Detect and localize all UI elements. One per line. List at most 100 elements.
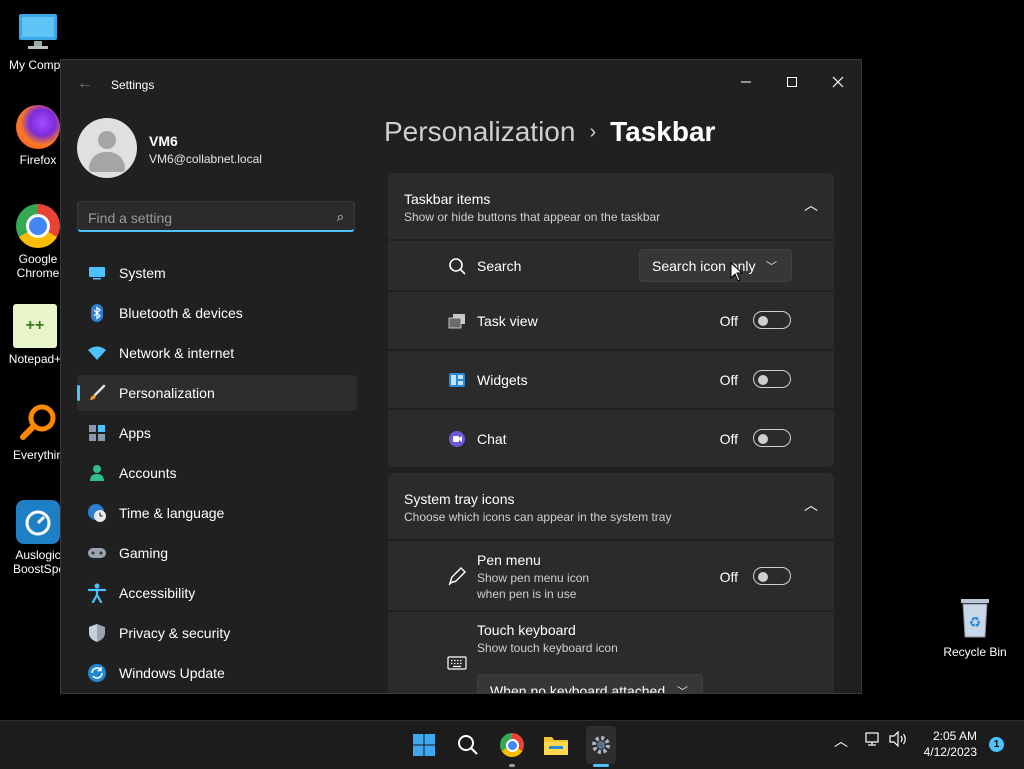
keyboard-icon (446, 652, 468, 674)
sidebar-item-gaming[interactable]: Gaming (77, 535, 357, 571)
sidebar-item-bluetooth[interactable]: Bluetooth & devices (77, 295, 357, 331)
setting-row-widgets: Widgets Off (388, 351, 834, 408)
taskbar-settings-button[interactable] (586, 730, 616, 760)
maximize-button[interactable] (769, 66, 815, 98)
sidebar-item-accounts[interactable]: Accounts (77, 455, 357, 491)
shield-icon (87, 623, 107, 643)
clock-time: 2:05 AM (932, 729, 977, 743)
taskbar-chrome-button[interactable] (497, 730, 527, 760)
active-indicator (593, 764, 609, 767)
pen-icon (446, 565, 468, 587)
toggle-state-text: Off (719, 431, 738, 447)
back-arrow-icon[interactable]: ← (77, 76, 93, 92)
setting-row-touch-keyboard: Touch keyboard Show touch keyboard icon … (388, 612, 834, 694)
pen-menu-toggle[interactable] (753, 567, 791, 585)
volume-icon[interactable] (888, 730, 908, 750)
chevron-down-icon: ﹀ (766, 261, 777, 273)
monitor-icon (16, 10, 60, 54)
folder-icon (544, 737, 568, 755)
sidebar-item-label: Time & language (119, 505, 225, 521)
touch-keyboard-dropdown[interactable]: When no keyboard attached ﹀ (477, 674, 703, 694)
settings-search-box[interactable]: ⌕ (77, 201, 355, 232)
desktop-icon-recycle-bin[interactable]: ♻ Recycle Bin (940, 597, 1010, 659)
sidebar-item-windows-update[interactable]: Windows Update (77, 655, 357, 691)
sidebar-item-label: Personalization (119, 385, 215, 401)
page-title: Taskbar (610, 116, 716, 147)
setting-label: Chat (477, 431, 507, 447)
search-icon (458, 735, 478, 755)
section-title: System tray icons (404, 491, 515, 507)
sidebar-item-system[interactable]: System (77, 255, 357, 291)
taskbar-file-explorer-button[interactable] (541, 730, 571, 760)
section-subtitle: Show or hide buttons that appear on the … (404, 210, 661, 224)
svg-text:♻: ♻ (969, 614, 982, 630)
setting-label: Widgets (477, 372, 528, 388)
widgets-toggle[interactable] (753, 370, 791, 388)
chrome-icon (16, 204, 60, 248)
section-title: Taskbar items (404, 191, 491, 207)
setting-label: Task view (477, 313, 538, 329)
setting-row-chat: Chat Off (388, 410, 834, 467)
setting-row-search: Search Search icon only ﹀ (388, 241, 834, 290)
sidebar-item-label: Gaming (119, 545, 169, 561)
globe-clock-icon (87, 503, 107, 523)
setting-description: Show pen menu icon (477, 571, 590, 585)
minimize-button[interactable] (723, 66, 769, 98)
breadcrumb: Personalization › Taskbar (384, 116, 715, 148)
chevron-up-icon: ︿ (804, 197, 818, 213)
minimize-icon (741, 81, 751, 83)
task-view-icon (446, 310, 468, 332)
close-icon (832, 76, 844, 88)
sidebar-item-privacy-security[interactable]: Privacy & security (77, 615, 357, 651)
sidebar-item-personalization[interactable]: Personalization (77, 375, 357, 411)
sidebar-nav: System Bluetooth & devices Network & int… (77, 255, 357, 693)
taskbar-clock[interactable]: 2:05 AM 4/12/2023 (924, 728, 977, 760)
setting-label: Touch keyboard (477, 622, 576, 638)
section-system-tray-icons[interactable]: System tray icons Choose which icons can… (388, 473, 834, 539)
mouse-cursor-icon (730, 261, 744, 287)
breadcrumb-parent[interactable]: Personalization (384, 116, 575, 147)
show-hidden-icons-button[interactable]: ︿ (834, 731, 848, 751)
setting-row-pen-menu: Pen menu Show pen menu icon when pen is … (388, 541, 834, 610)
start-button[interactable] (409, 730, 439, 760)
chat-icon (446, 428, 468, 450)
brush-icon (87, 383, 107, 403)
task-view-toggle[interactable] (753, 311, 791, 329)
user-name: VM6 (149, 133, 178, 149)
toggle-state-text: Off (719, 372, 738, 388)
recycle-bin-icon: ♻ (958, 597, 992, 639)
search-mode-dropdown[interactable]: Search icon only ﹀ (639, 249, 792, 282)
search-input[interactable] (86, 208, 320, 228)
windows-taskbar: ︿ 2:05 AM 4/12/2023 1 (0, 720, 1024, 769)
firefox-icon (16, 105, 60, 149)
setting-label: Pen menu (477, 552, 541, 568)
chat-toggle[interactable] (753, 429, 791, 447)
sidebar-item-label: Privacy & security (119, 625, 231, 641)
network-icon[interactable] (864, 731, 882, 750)
setting-description: Show touch keyboard icon (477, 641, 618, 655)
notepad-plus-icon: ++ (13, 304, 57, 348)
maximize-icon (787, 77, 797, 87)
taskbar-search-button[interactable] (453, 730, 483, 760)
running-indicator (509, 764, 515, 767)
sidebar-item-accessibility[interactable]: Accessibility (77, 575, 357, 611)
update-icon (87, 663, 107, 683)
search-icon (446, 255, 468, 277)
user-email: VM6@collabnet.local (149, 152, 262, 166)
wifi-icon (87, 343, 107, 363)
section-taskbar-items[interactable]: Taskbar items Show or hide buttons that … (388, 173, 834, 239)
sidebar-item-network[interactable]: Network & internet (77, 335, 357, 371)
section-subtitle: Choose which icons can appear in the sys… (404, 510, 672, 524)
person-icon (87, 463, 107, 483)
windows-logo-icon (413, 734, 435, 756)
sidebar-item-time-language[interactable]: Time & language (77, 495, 357, 531)
desktop-icon-label: Auslogic BoostSpe (13, 548, 66, 576)
sidebar-item-apps[interactable]: Apps (77, 415, 357, 451)
sidebar-item-label: Network & internet (119, 345, 235, 361)
dropdown-value: When no keyboard attached (490, 683, 666, 694)
user-profile[interactable]: VM6 VM6@collabnet.local (77, 118, 357, 178)
apps-icon (87, 423, 107, 443)
notification-badge[interactable]: 1 (989, 737, 1004, 752)
close-button[interactable] (815, 66, 861, 98)
desktop-icon-label: Google Chrome (16, 252, 60, 280)
